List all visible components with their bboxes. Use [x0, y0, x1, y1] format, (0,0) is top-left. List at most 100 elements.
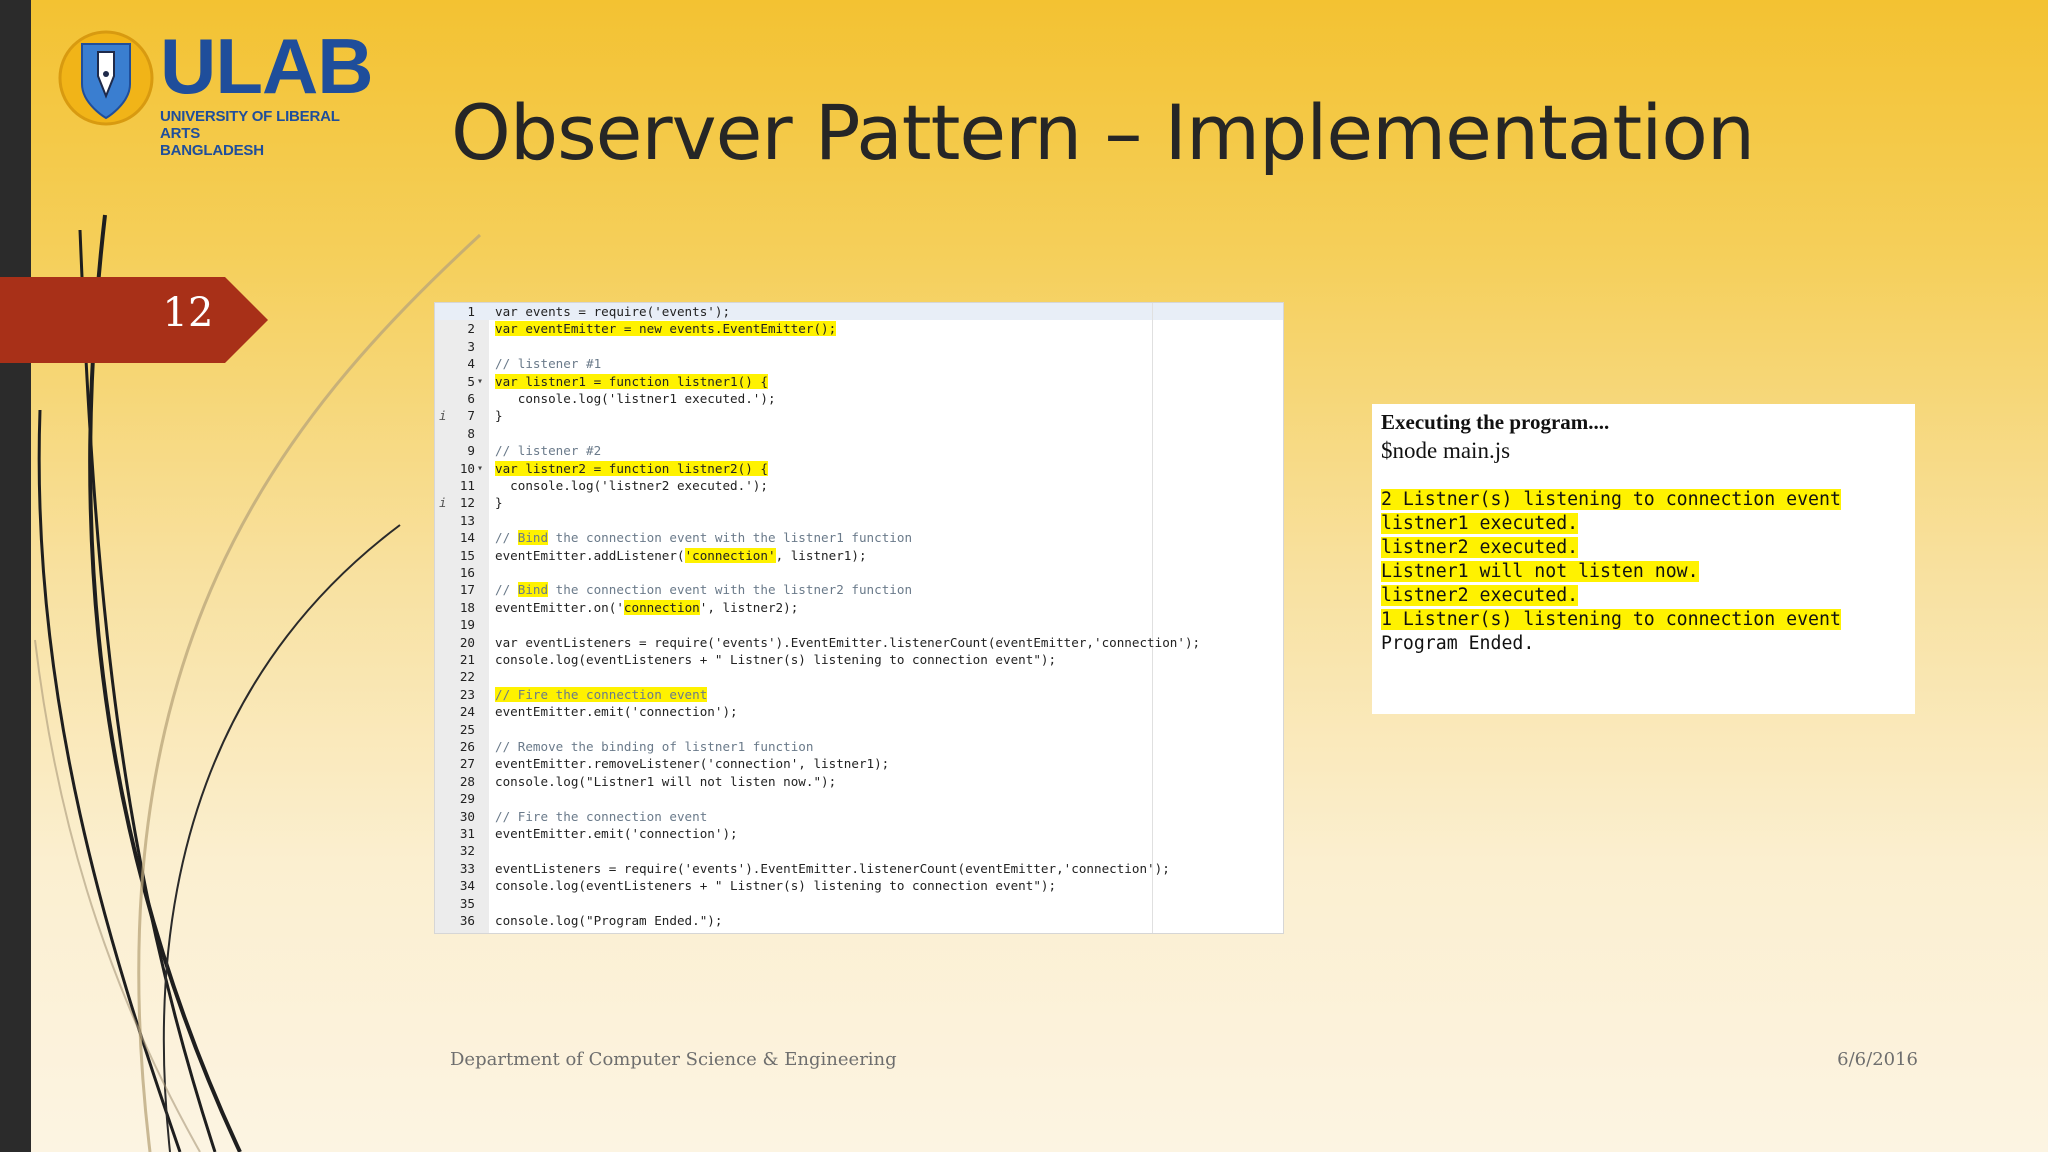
code-line: 1 var events = require('events'); [435, 303, 1283, 320]
code-text: } [495, 408, 503, 424]
code-text: } [495, 495, 503, 511]
footer-department: Department of Computer Science & Enginee… [450, 1049, 897, 1070]
logo-wordmark: ULAB [160, 22, 374, 110]
line-number: 26 [459, 739, 475, 754]
line-number: 4 [467, 356, 475, 372]
code-text: console.log("Program Ended."); [495, 913, 723, 928]
line-number: 14 [459, 530, 475, 546]
code-line: 21 console.log(eventListeners + " Listner… [435, 651, 1283, 668]
code-line: 29 [435, 790, 1283, 807]
code-text: var events = require('events'); [495, 304, 731, 319]
code-line: 34 console.log(eventListeners + " Listner… [435, 877, 1283, 894]
line-number: 15 [459, 547, 475, 563]
line-number: 19 [459, 617, 475, 633]
info-marker-icon: i [439, 408, 447, 424]
line-number: 29 [459, 791, 475, 807]
code-line: 13 [435, 512, 1283, 529]
line-number: 9 [467, 443, 475, 459]
logo-subtitle-line2: BANGLADESH [160, 142, 264, 159]
code-line: 7 i} [435, 407, 1283, 424]
code-line: 32 [435, 842, 1283, 859]
line-number: 33 [459, 860, 475, 876]
line-number: 36 [459, 913, 475, 928]
ulab-logo: ULAB UNIVERSITY OF LIBERAL ARTS BANGLADE… [58, 22, 378, 159]
output-line: 1 Listner(s) listening to connection eve… [1381, 609, 1841, 630]
code-line: 24 eventEmitter.emit('connection'); [435, 703, 1283, 720]
slide-number-tag [0, 277, 268, 363]
line-number: 30 [459, 808, 475, 824]
code-text: // Remove the binding of listner1 functi… [495, 739, 814, 754]
line-number: 22 [459, 669, 475, 685]
line-number: 6 [467, 391, 475, 406]
code-line: 33 eventListeners = require('events').Eve… [435, 860, 1283, 877]
code-text: var listner2 = function listner2() { [495, 460, 768, 476]
code-text: eventEmitter.emit('connection'); [495, 704, 738, 720]
program-output-panel: Executing the program.... $node main.js … [1372, 404, 1915, 714]
code-line: 28 console.log("Listner1 will not listen … [435, 773, 1283, 790]
code-line: 15 eventEmitter.addListener('connection',… [435, 547, 1283, 564]
footer-date: 6/6/2016 [1837, 1049, 1918, 1070]
line-number: 23 [459, 686, 475, 702]
code-line: 14 // Bind the connection event with the … [435, 529, 1283, 546]
line-number: 31 [459, 826, 475, 841]
logo-subtitle-line1: UNIVERSITY OF LIBERAL ARTS [160, 108, 340, 142]
code-text: // listener #1 [495, 356, 602, 372]
line-number: 25 [459, 721, 475, 737]
code-line: 6 console.log('listner1 executed.'); [435, 390, 1283, 407]
code-text: eventEmitter.removeListener('connection'… [495, 756, 890, 772]
code-line: 18 eventEmitter.on('connection', listner2… [435, 599, 1283, 616]
code-line: 23 // Fire the connection event [435, 686, 1283, 703]
output-heading: Executing the program.... [1381, 410, 1610, 434]
output-line: Program Ended. [1381, 633, 1535, 654]
output-line: listner2 executed. [1381, 585, 1579, 606]
code-line: 27 eventEmitter.removeListener('connectio… [435, 755, 1283, 772]
code-line: 8 [435, 425, 1283, 442]
slide-number: 12 [162, 290, 214, 336]
output-line: listner1 executed. [1381, 513, 1579, 534]
output-line: listner2 executed. [1381, 537, 1579, 558]
code-text: console.log('listner2 executed.'); [495, 478, 768, 493]
code-text: var listner1 = function listner1() { [495, 373, 768, 389]
line-number: 16 [459, 565, 475, 580]
code-editor-screenshot: 1 var events = require('events'); 2 var eve… [434, 302, 1284, 934]
code-text: eventListeners = require('events').Event… [495, 860, 1170, 876]
code-line: 36 console.log("Program Ended."); [435, 912, 1283, 929]
line-number: 35 [459, 895, 475, 911]
code-line: 5 ▾ var listner1 = function listner1() { [435, 373, 1283, 390]
code-line: 19 [435, 616, 1283, 633]
output-line: Listner1 will not listen now. [1381, 561, 1699, 582]
code-text: // Bind the connection event with the li… [495, 582, 913, 598]
line-number: 3 [467, 338, 475, 354]
code-text: console.log("Listner1 will not listen no… [495, 773, 837, 789]
code-line: 30 // Fire the connection event [435, 808, 1283, 825]
code-text: var eventEmitter = new events.EventEmitt… [495, 321, 837, 337]
code-line: 11 console.log('listner2 executed.'); [435, 477, 1283, 494]
fold-arrow-icon: ▾ [477, 375, 484, 387]
code-line: 22 [435, 668, 1283, 685]
line-number: 34 [459, 878, 475, 894]
code-line: 35 [435, 895, 1283, 912]
code-line: 16 [435, 564, 1283, 581]
code-line: 9 // listener #2 [435, 442, 1283, 459]
code-text: eventEmitter.emit('connection'); [495, 826, 738, 841]
code-text: // listener #2 [495, 443, 602, 459]
line-number: 13 [459, 512, 475, 528]
line-number: 17 [459, 582, 475, 598]
code-text: console.log(eventListeners + " Listner(s… [495, 652, 1057, 667]
fold-arrow-icon: ▾ [477, 462, 484, 474]
code-line: 12 i} [435, 494, 1283, 511]
line-number: 11 [459, 478, 475, 493]
line-number: 8 [467, 425, 475, 441]
code-line: 26 // Remove the binding of listner1 func… [435, 738, 1283, 755]
line-number: 21 [459, 652, 475, 667]
code-line: 3 [435, 338, 1283, 355]
code-line: 2 var eventEmitter = new events.EventEmit… [435, 320, 1283, 337]
code-line: 20 var eventListeners = require('events')… [435, 634, 1283, 651]
info-marker-icon: i [439, 495, 447, 511]
output-line: 2 Listner(s) listening to connection eve… [1381, 489, 1841, 510]
code-line: 31 eventEmitter.emit('connection'); [435, 825, 1283, 842]
output-command: $node main.js [1381, 438, 1511, 463]
code-text: // Fire the connection event [495, 808, 708, 824]
line-number: 27 [459, 756, 475, 772]
line-number: 32 [459, 843, 475, 859]
